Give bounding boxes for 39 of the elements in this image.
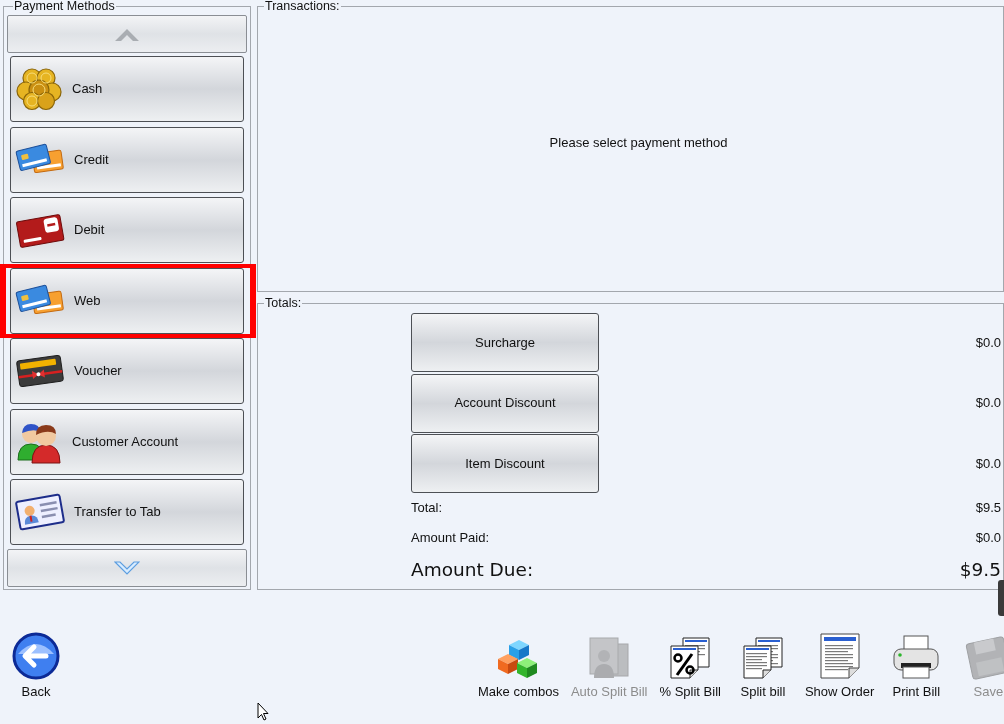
total-label: Amount Due: bbox=[411, 558, 534, 583]
toolbar-button[interactable]: % Split Bill bbox=[653, 630, 727, 700]
amount-text: $0.0 bbox=[975, 454, 1001, 473]
scroll-down-button[interactable] bbox=[7, 549, 247, 587]
amount-text: $0.0 bbox=[975, 394, 1001, 413]
documents-person-icon bbox=[587, 636, 632, 680]
payment-method-button[interactable]: Cash bbox=[10, 56, 244, 122]
payment-method-button[interactable]: Customer Account bbox=[10, 408, 244, 475]
panel-title: Totals: bbox=[264, 297, 303, 309]
edge-handle bbox=[998, 580, 1004, 616]
amount-text: $9.5 bbox=[959, 558, 1001, 583]
mouse-cursor-icon bbox=[257, 702, 269, 721]
payment-method-button[interactable]: Debit bbox=[10, 197, 244, 263]
total-label: Amount Paid: bbox=[411, 529, 490, 548]
document-icon bbox=[817, 632, 862, 680]
documents-icon bbox=[740, 636, 785, 680]
adjustment-button[interactable]: Surcharge bbox=[411, 313, 599, 372]
payment-method-button[interactable]: Transfer to Tab bbox=[10, 479, 244, 545]
adjustment-button[interactable]: Item Discount bbox=[411, 434, 599, 493]
chevron-down-icon bbox=[114, 559, 140, 577]
amount-text: $0.0 bbox=[975, 333, 1001, 352]
payment-method-button[interactable]: Credit bbox=[10, 126, 244, 193]
panel-title: Transactions: bbox=[264, 0, 341, 12]
payment-method-button[interactable]: Web bbox=[10, 267, 244, 334]
coins-icon bbox=[15, 67, 63, 111]
toolbar-button[interactable]: Split bill bbox=[726, 630, 799, 700]
toolbar-button[interactable]: Make combos bbox=[472, 630, 565, 700]
percent-documents-icon bbox=[668, 636, 713, 680]
empty-message: Please select payment method bbox=[549, 134, 728, 153]
total-label: Total: bbox=[411, 499, 443, 518]
amount-text: $9.5 bbox=[975, 499, 1001, 518]
adjustment-button[interactable]: Account Discount bbox=[411, 373, 599, 433]
payment-method-button[interactable]: Voucher bbox=[10, 338, 244, 404]
printer-icon bbox=[892, 634, 941, 680]
panel-title: Payment Methods bbox=[13, 0, 116, 12]
amount-text: $0.0 bbox=[975, 529, 1001, 548]
toolbar-button[interactable]: Show Order bbox=[798, 630, 881, 700]
toolbar-button[interactable]: Print Bill bbox=[880, 630, 953, 700]
back-button[interactable]: Back bbox=[12, 630, 60, 700]
